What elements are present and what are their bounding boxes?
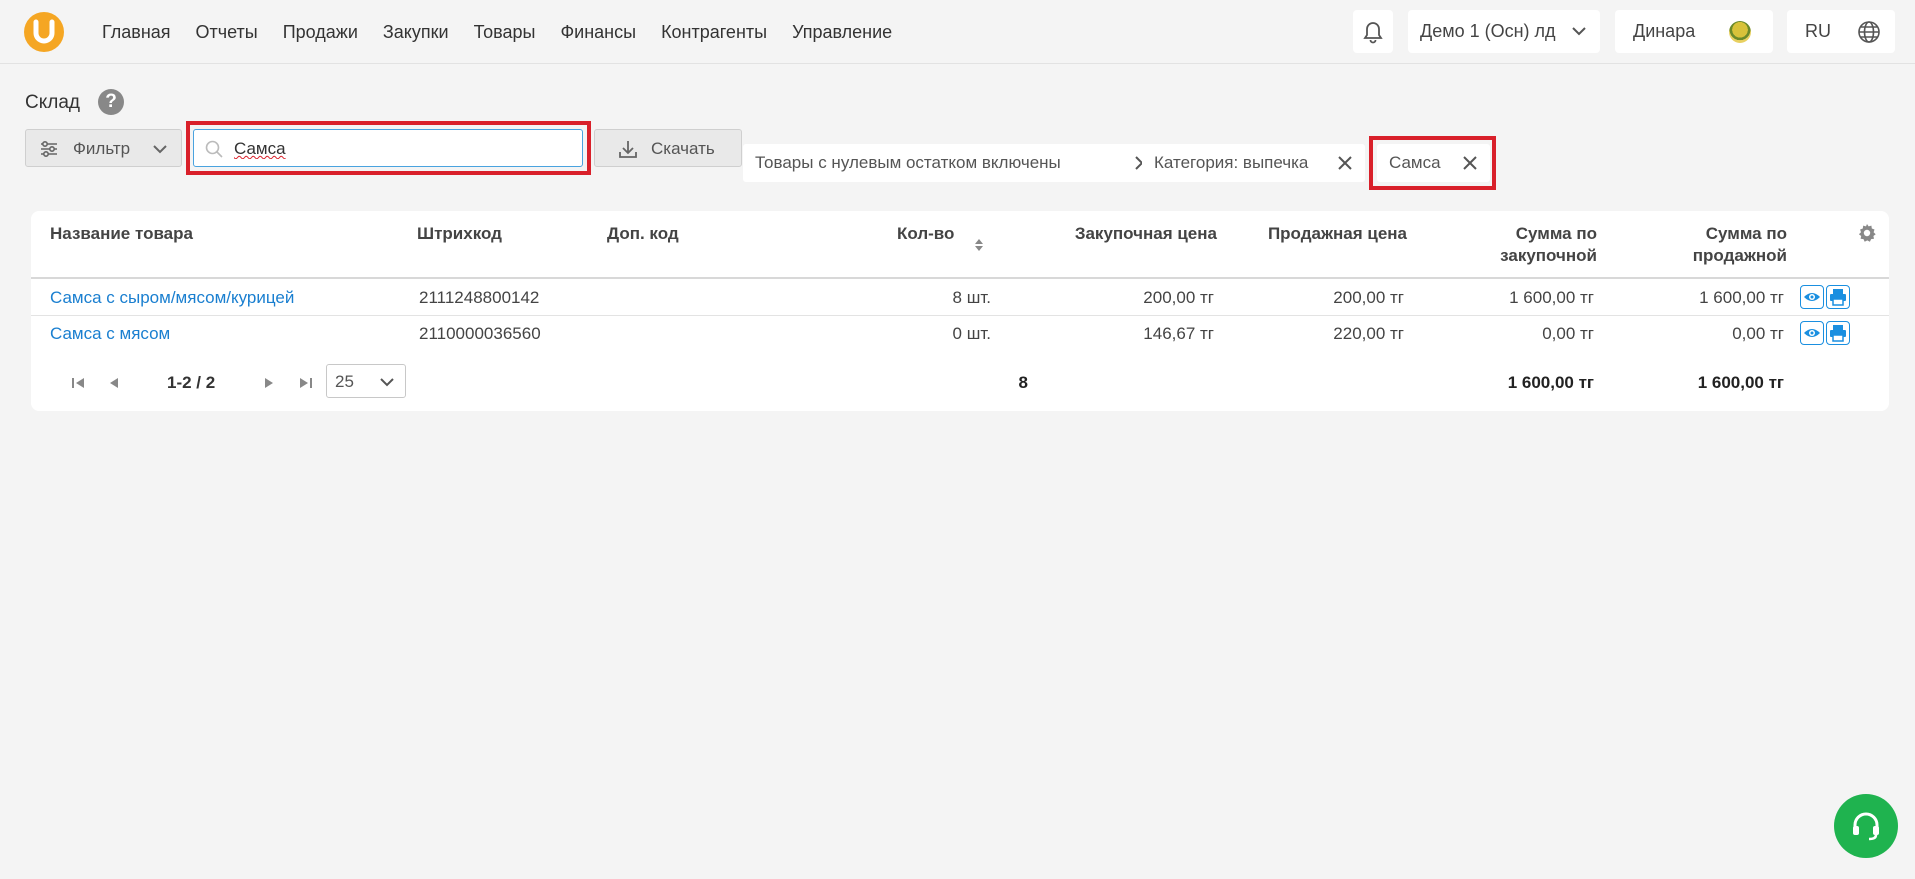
page-title: Склад	[25, 92, 80, 113]
print-button[interactable]	[1826, 285, 1850, 309]
stock-table: Название товара Штрихкод Доп. код Кол-во…	[31, 211, 1889, 411]
top-navigation-bar: Главная Отчеты Продажи Закупки Товары Фи…	[0, 0, 1915, 64]
chip-label: Категория: выпечка	[1154, 153, 1309, 172]
help-icon[interactable]: ?	[98, 89, 124, 115]
filter-label: Фильтр	[73, 139, 131, 158]
filter-chip-search: Самса	[1377, 144, 1490, 182]
barcode-cell: 2110000036560	[419, 324, 541, 343]
header-line-1: Сумма по	[1705, 224, 1787, 243]
sum-sale-cell: 1 600,00 тг	[1699, 288, 1784, 307]
first-page-icon[interactable]	[71, 376, 87, 390]
sum-purchase-cell: 0,00 тг	[1542, 324, 1594, 343]
organization-name: Демо 1 (Осн) лд	[1420, 21, 1556, 41]
view-button[interactable]	[1800, 285, 1824, 309]
last-page-icon[interactable]	[297, 376, 313, 390]
nav-item-counterparties[interactable]: Контрагенты	[661, 22, 767, 43]
product-link[interactable]: Самса с сыром/мясом/курицей	[50, 288, 294, 308]
chevron-down-icon	[1572, 27, 1586, 36]
nav-item-management[interactable]: Управление	[792, 22, 892, 43]
sale-price-cell: 220,00 тг	[1333, 324, 1404, 343]
search-icon	[205, 140, 223, 158]
total-qty: 8	[1018, 373, 1028, 392]
filter-button[interactable]: Фильтр	[25, 129, 182, 167]
chip-label: Самса	[1389, 153, 1441, 172]
total-sum-sale: 1 600,00 тг	[1697, 373, 1784, 392]
chip-label: Товары с нулевым остатком включены	[755, 153, 1061, 172]
download-label: Скачать	[651, 139, 715, 158]
sliders-icon	[41, 140, 57, 158]
chevron-down-icon	[380, 378, 394, 387]
nav-item-reports[interactable]: Отчеты	[196, 22, 258, 43]
row-divider	[31, 315, 1889, 316]
download-icon	[619, 141, 637, 158]
header-line-2: закупочной	[1500, 246, 1597, 265]
product-link[interactable]: Самса с мясом	[50, 324, 170, 344]
qty-cell: 0 шт.	[952, 324, 991, 343]
sort-icon[interactable]	[973, 237, 985, 253]
close-icon[interactable]	[1460, 153, 1480, 173]
printer-icon	[1830, 325, 1846, 342]
support-chat-button[interactable]	[1834, 794, 1898, 858]
column-header-sum-purchase[interactable]: Сумма по закупочной	[1437, 223, 1597, 267]
gear-icon[interactable]	[1857, 223, 1877, 243]
previous-page-icon[interactable]	[108, 376, 120, 390]
bell-icon	[1363, 21, 1383, 43]
app-logo[interactable]	[24, 12, 64, 52]
page-size-select[interactable]: 25	[326, 364, 406, 398]
search-input[interactable]	[234, 136, 574, 162]
nav-item-home[interactable]: Главная	[102, 22, 171, 43]
headset-icon	[1853, 812, 1879, 841]
user-name: Динара	[1633, 21, 1696, 41]
close-icon[interactable]	[1335, 153, 1355, 173]
download-button[interactable]: Скачать	[594, 129, 742, 167]
total-sum-purchase: 1 600,00 тг	[1507, 373, 1594, 392]
filter-chip-category: Категория: выпечка	[1142, 144, 1365, 182]
globe-icon	[1858, 21, 1880, 43]
column-header-qty[interactable]: Кол-во	[897, 223, 954, 245]
qty-cell: 8 шт.	[952, 288, 991, 307]
user-menu[interactable]: Динара	[1615, 10, 1773, 53]
view-button[interactable]	[1800, 321, 1824, 345]
purchase-price-cell: 146,67 тг	[1143, 324, 1214, 343]
column-header-sale-price[interactable]: Продажная цена	[1225, 223, 1407, 245]
language-code: RU	[1805, 21, 1831, 41]
chevron-down-icon	[153, 145, 167, 154]
language-selector[interactable]: RU	[1787, 10, 1895, 53]
notifications-button[interactable]	[1353, 10, 1393, 53]
organization-selector[interactable]: Демо 1 (Осн) лд	[1408, 10, 1600, 53]
sum-purchase-cell: 1 600,00 тг	[1509, 288, 1594, 307]
header-line-1: Сумма по	[1515, 224, 1597, 243]
purchase-price-cell: 200,00 тг	[1143, 288, 1214, 307]
header-divider	[31, 277, 1889, 279]
header-line-2: продажной	[1692, 246, 1787, 265]
printer-icon	[1830, 289, 1846, 306]
search-field	[193, 129, 583, 167]
column-header-sum-sale[interactable]: Сумма по продажной	[1627, 223, 1787, 267]
nav-item-sales[interactable]: Продажи	[283, 22, 358, 43]
print-button[interactable]	[1826, 321, 1850, 345]
nav-item-finance[interactable]: Финансы	[560, 22, 636, 43]
main-menu: Главная Отчеты Продажи Закупки Товары Фи…	[102, 22, 917, 43]
barcode-cell: 2111248800142	[419, 288, 540, 307]
sum-sale-cell: 0,00 тг	[1732, 324, 1784, 343]
filter-chip-zero-stock: Товары с нулевым остатком включены	[743, 144, 1162, 182]
next-page-icon[interactable]	[263, 376, 275, 390]
column-header-barcode[interactable]: Штрихкод	[417, 223, 502, 245]
pagination-range: 1-2 / 2	[167, 373, 216, 392]
column-header-name[interactable]: Название товара	[50, 223, 193, 245]
eye-icon	[1804, 329, 1820, 337]
nav-item-purchases[interactable]: Закупки	[383, 22, 449, 43]
page-size-value: 25	[335, 372, 354, 391]
nav-item-goods[interactable]: Товары	[474, 22, 536, 43]
column-header-purchase-price[interactable]: Закупочная цена	[1045, 223, 1217, 245]
avatar	[1729, 21, 1751, 43]
eye-icon	[1804, 293, 1820, 301]
sale-price-cell: 200,00 тг	[1333, 288, 1404, 307]
column-header-extra-code[interactable]: Доп. код	[607, 223, 679, 245]
